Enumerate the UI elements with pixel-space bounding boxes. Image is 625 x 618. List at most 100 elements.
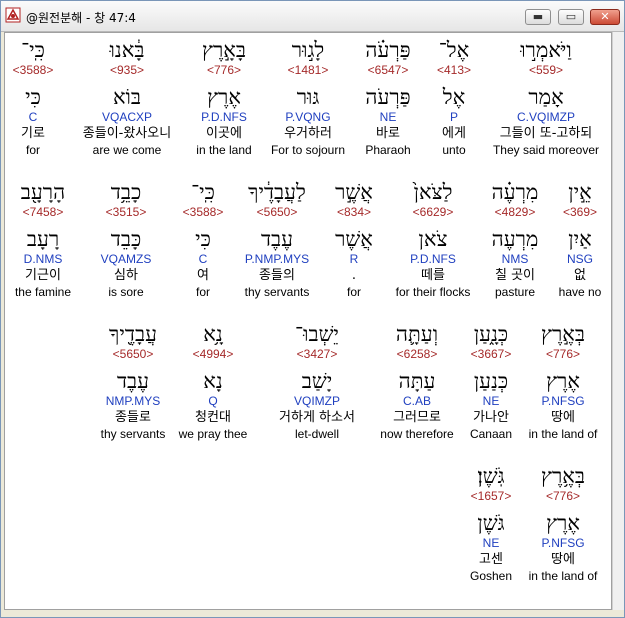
- app-window: @원전분해 - 창 47:4 ▬ ▭ ✕ כִּֽי־ <3588> כִּי …: [0, 0, 625, 618]
- english-gloss: Goshen: [469, 569, 513, 583]
- morphology-code[interactable]: P.NFSG: [521, 394, 605, 409]
- close-button[interactable]: ✕: [590, 9, 620, 25]
- minimize-button[interactable]: ▬: [525, 9, 551, 25]
- word-cell[interactable]: בָּ֔אנוּ <935> בּוֹא VQACXP 종들이-왔사오니 are…: [81, 37, 173, 158]
- word-cell[interactable]: וְעַתָּ֛ה <6258> עַתָּה C.AB 그러므로 now th…: [373, 321, 461, 442]
- app-icon: [5, 7, 21, 23]
- morphology-code[interactable]: NE: [461, 536, 521, 551]
- strong-number[interactable]: <5650>: [231, 205, 323, 220]
- morphology-code[interactable]: VQAMZS: [91, 252, 161, 267]
- strong-number[interactable]: <4994>: [169, 347, 257, 362]
- strong-number[interactable]: <6258>: [373, 347, 461, 362]
- strong-number[interactable]: <5650>: [87, 347, 179, 362]
- hebrew-lemma: אֶרֶץ: [207, 85, 241, 109]
- morphology-code[interactable]: R: [325, 252, 383, 267]
- morphology-code[interactable]: P.NMP.MYS: [231, 252, 323, 267]
- hebrew-word: בָּ֔אנוּ: [109, 38, 145, 62]
- morphology-code[interactable]: C.VQIMZP: [483, 110, 609, 125]
- word-cell[interactable]: הָרָעָ֖ב <7458> רָעָב D.NMS 기근이 the fami…: [5, 179, 89, 300]
- strong-number[interactable]: <3588>: [5, 63, 79, 78]
- word-cell[interactable]: אֲשֶׁ֣ר <834> אֲשֶׁר R . for: [325, 179, 383, 300]
- strong-number[interactable]: <3515>: [91, 205, 161, 220]
- strong-number[interactable]: <3427>: [257, 347, 377, 362]
- strong-number[interactable]: <1481>: [262, 63, 354, 78]
- english-gloss: the famine: [14, 285, 72, 299]
- word-cell[interactable]: לָג֣וּר <1481> גּוּר P.VQNG 우거하러 For to …: [262, 37, 354, 158]
- hebrew-lemma: גּוּר: [296, 85, 320, 109]
- korean-gloss: 우거하러: [284, 126, 332, 141]
- strong-number[interactable]: <6629>: [383, 205, 483, 220]
- hebrew-word: בְּאֶ֣רֶץ: [541, 322, 585, 346]
- word-cell[interactable]: נָ֥א <4994> נָא Q 청컨대 we pray thee: [169, 321, 257, 442]
- word-cell[interactable]: אֵ֣ין <369> אַיִן NSG 없 have no: [549, 179, 611, 300]
- korean-gloss: 청컨대: [195, 410, 231, 425]
- hebrew-word: בְּאֶ֥רֶץ: [541, 464, 585, 488]
- maximize-button[interactable]: ▭: [558, 9, 584, 25]
- word-cell[interactable]: כִּֽי־ <3588> כִּי C 기로 for: [5, 37, 79, 158]
- hebrew-word: עֲבָדֶ֖יךָ: [109, 322, 157, 346]
- selected-word-cell[interactable]: וַיֹּאמְר֣וּ <559> אָמַר C.VQIMZP 그들이 또-…: [483, 33, 609, 171]
- english-gloss: is sore: [108, 285, 144, 299]
- morphology-code[interactable]: VQIMZP: [257, 394, 377, 409]
- hebrew-lemma: עֶבֶד: [116, 369, 150, 393]
- title-bar[interactable]: @원전분해 - 창 47:4 ▬ ▭ ✕: [1, 1, 624, 32]
- hebrew-word: כִּֽי־: [191, 180, 215, 204]
- word-cell[interactable]: בְּאֶ֥רֶץ <776> אֶרֶץ P.NFSG 땅에 in the l…: [521, 463, 605, 584]
- word-cell[interactable]: יֵשְׁבוּ־ <3427> יָשַׁב VQIMZP 거하게 하소서 l…: [257, 321, 377, 442]
- english-gloss: Canaan: [469, 427, 513, 441]
- morphology-code[interactable]: NMP.MYS: [87, 394, 179, 409]
- close-icon: ✕: [600, 10, 610, 23]
- morphology-code[interactable]: NE: [461, 394, 521, 409]
- word-cell[interactable]: לַעֲבָדֶ֔יךָ <5650> עֶבֶד P.NMP.MYS 종들의 …: [231, 179, 323, 300]
- strong-number[interactable]: <3588>: [175, 205, 231, 220]
- hebrew-word: לַעֲבָדֶ֔יךָ: [248, 180, 306, 204]
- hebrew-lemma: אָמַר: [528, 85, 564, 109]
- strong-number[interactable]: <559>: [483, 63, 609, 78]
- morphology-code[interactable]: P.VQNG: [262, 110, 354, 125]
- word-cell[interactable]: בְּאֶ֣רֶץ <776> אֶרֶץ P.NFSG 땅에 in the l…: [521, 321, 605, 442]
- hebrew-word: אֲשֶׁ֣ר: [335, 180, 373, 204]
- morphology-code[interactable]: VQACXP: [81, 110, 173, 125]
- word-cell[interactable]: כְּנָ֑עַן <3667> כְּנַעַן NE 가나안 Canaan: [461, 321, 521, 442]
- word-cell[interactable]: לַצֹּאן֙ <6629> צֹאן P.D.NFS 떼를 for thei…: [383, 179, 483, 300]
- english-gloss: pasture: [494, 285, 536, 299]
- word-cell[interactable]: כִּֽי־ <3588> כִּי C 여 for: [175, 179, 231, 300]
- hebrew-word: וַיֹּאמְר֣וּ: [520, 38, 572, 62]
- korean-gloss: 종들이-왔사오니: [82, 126, 172, 141]
- word-cell[interactable]: מִרְעֶ֗ה <4829> מִרְעֶה NMS 칠 곳이 pasture: [479, 179, 551, 300]
- word-cell[interactable]: גֹּֽשֶׁן׃ <1657> גֹּשֶׁן NE 고센 Goshen: [461, 463, 521, 584]
- strong-number[interactable]: <1657>: [461, 489, 521, 504]
- vertical-scrollbar[interactable]: [612, 32, 624, 610]
- strong-number[interactable]: <776>: [521, 489, 605, 504]
- strong-number[interactable]: <935>: [81, 63, 173, 78]
- korean-gloss: .: [351, 268, 357, 283]
- hebrew-lemma: עֶבֶד: [260, 227, 294, 251]
- korean-gloss: 떼를: [421, 268, 445, 283]
- english-gloss: for their flocks: [395, 285, 471, 299]
- morphology-code[interactable]: P.D.NFS: [383, 252, 483, 267]
- strong-number[interactable]: <7458>: [5, 205, 89, 220]
- morphology-code[interactable]: P.D.NFS: [178, 110, 270, 125]
- strong-number[interactable]: <776>: [178, 63, 270, 78]
- morphology-code[interactable]: C.AB: [373, 394, 461, 409]
- korean-gloss: 종들의: [259, 268, 295, 283]
- morphology-code[interactable]: NMS: [479, 252, 551, 267]
- word-cell[interactable]: כָבֵ֥ד <3515> כָּבֵד VQAMZS 심하 is sore: [91, 179, 161, 300]
- morphology-code[interactable]: NSG: [549, 252, 611, 267]
- strong-number[interactable]: <776>: [521, 347, 605, 362]
- strong-number[interactable]: <834>: [325, 205, 383, 220]
- word-cell[interactable]: עֲבָדֶ֖יךָ <5650> עֶבֶד NMP.MYS 종들로 thy …: [87, 321, 179, 442]
- morphology-code[interactable]: Q: [169, 394, 257, 409]
- morphology-code[interactable]: C: [5, 110, 79, 125]
- korean-gloss: 가나안: [473, 410, 509, 425]
- hebrew-word: הָרָעָ֖ב: [20, 180, 66, 204]
- korean-gloss: 고센: [479, 552, 503, 567]
- strong-number[interactable]: <369>: [549, 205, 611, 220]
- morphology-code[interactable]: P.NFSG: [521, 536, 605, 551]
- strong-number[interactable]: <4829>: [479, 205, 551, 220]
- morphology-code[interactable]: D.NMS: [5, 252, 89, 267]
- word-cell[interactable]: בָּאָ֣רֶץ <776> אֶרֶץ P.D.NFS 이곳에 in the…: [178, 37, 270, 158]
- english-gloss: in the land of: [528, 427, 598, 441]
- strong-number[interactable]: <3667>: [461, 347, 521, 362]
- morphology-code[interactable]: C: [175, 252, 231, 267]
